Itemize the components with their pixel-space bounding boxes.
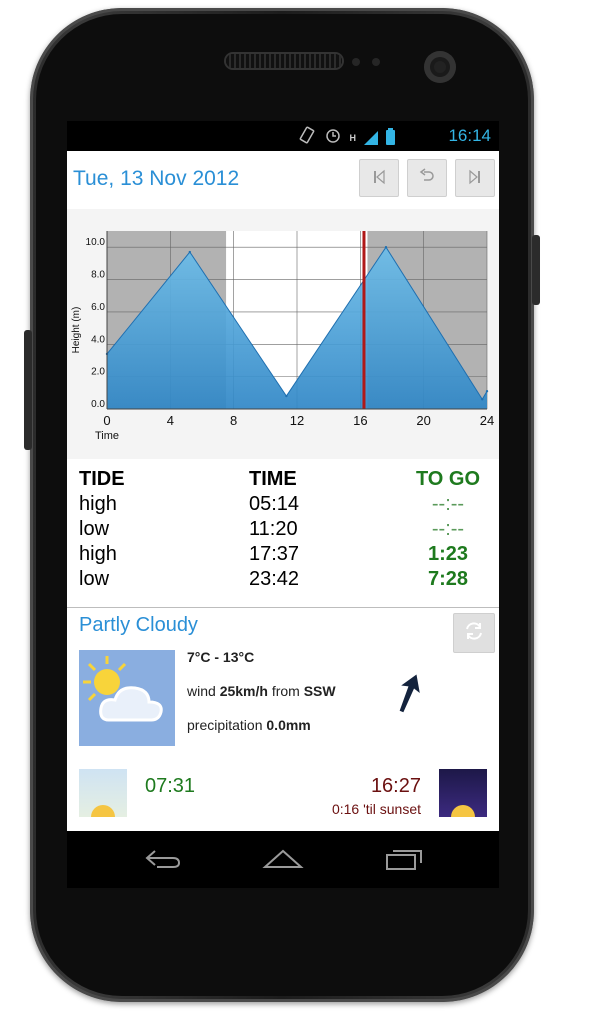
wind-direction: SSW: [303, 683, 336, 699]
tide-time: 23:42: [249, 568, 300, 590]
home-icon[interactable]: [261, 847, 305, 876]
back-icon[interactable]: [143, 847, 183, 876]
tide-type: low: [79, 568, 110, 590]
section-divider: [67, 607, 499, 608]
y-tick-label: 10.0: [86, 237, 106, 248]
tide-chart: 0 4 8 12 16 20 24 0.0 2.0 4.0 6.0 8.0 10.0 Time Height…: [67, 209, 499, 459]
y-tick-label: 8.0: [91, 270, 105, 281]
precipitation-value: 0.0mm: [266, 717, 311, 733]
temperature-range: 7°C - 13°C: [187, 649, 255, 665]
light-sensor: [372, 58, 380, 66]
tide-point: [485, 390, 489, 393]
sunrise-icon: [79, 769, 127, 817]
signal-icon: [364, 130, 378, 145]
to-go-header: TO GO: [415, 468, 481, 490]
earpiece-speaker: [226, 54, 342, 68]
x-tick-label: 12: [290, 413, 304, 428]
tide-point: [384, 245, 388, 249]
wind-direction-arrow-icon: [397, 671, 421, 720]
wind-speed: 25km/h: [219, 683, 268, 699]
precipitation-info: precipitation 0.0mm: [187, 718, 336, 752]
sunrise-time: 07:31: [145, 775, 196, 797]
x-tick-label: 20: [416, 413, 430, 428]
x-tick-label: 24: [480, 413, 494, 428]
tide-time: 11:20: [249, 518, 298, 540]
table-row: low 23:42 7:28: [79, 567, 487, 592]
tide-to-go: 7:28: [427, 568, 469, 590]
time-header: TIME: [249, 468, 297, 490]
x-tick-label: 4: [167, 413, 174, 428]
tide-to-go: --:--: [431, 518, 465, 540]
tide-type: high: [79, 543, 117, 565]
tide-time: 05:14: [249, 493, 300, 515]
refresh-icon: [463, 620, 485, 647]
network-type-label: H: [349, 132, 357, 143]
recent-apps-icon[interactable]: [383, 847, 427, 876]
nav-bar: [67, 831, 499, 888]
alarm-icon: [324, 126, 342, 149]
battery-icon: [386, 128, 395, 145]
wind-info: wind 25km/h from SSW: [187, 684, 336, 718]
table-row: high 05:14 --:--: [79, 492, 487, 517]
tide-time: 17:37: [249, 543, 300, 565]
tide-table-header: TIDE TIME TO GO: [79, 467, 487, 492]
table-row: low 11:20 --:--: [79, 517, 487, 542]
status-time: 16:14: [448, 126, 491, 145]
y-tick-label: 0.0: [91, 399, 105, 410]
x-tick-label: 16: [353, 413, 367, 428]
y-tick-label: 2.0: [91, 367, 105, 378]
refresh-weather-button[interactable]: [453, 613, 495, 653]
x-axis-label: Time: [95, 430, 119, 442]
next-day-button[interactable]: [455, 159, 495, 197]
y-tick-label: 4.0: [91, 334, 105, 345]
x-tick-label: 8: [230, 413, 237, 428]
wind-label: wind: [187, 683, 216, 699]
sun-times: 07:31 16:27 0:16 'til sunset: [67, 769, 499, 831]
status-icons: H: [298, 126, 395, 149]
tide-point: [481, 398, 484, 401]
table-row: high 17:37 1:23: [79, 542, 487, 567]
y-axis-label: Height (m): [71, 307, 82, 354]
tide-point: [285, 394, 288, 398]
proximity-sensor: [352, 58, 360, 66]
skip-back-icon: [372, 169, 386, 188]
sunset-countdown: 0:16 'til sunset: [331, 801, 421, 817]
today-button[interactable]: [407, 159, 447, 197]
date-title: Tue, 13 Nov 2012: [73, 167, 240, 190]
screen: H 16:14 Tue, 13 Nov 2012 0 4 8 12 16 20 …: [67, 121, 499, 888]
tide-type: high: [79, 493, 117, 515]
wind-from-label: from: [271, 683, 300, 699]
partly-cloudy-icon: [79, 650, 175, 746]
tide-type: low: [79, 518, 110, 540]
tide-chart-svg: 0 4 8 12 16 20 24 0.0 2.0 4.0 6.0 8.0 10.0 Time Height…: [71, 231, 494, 442]
app-content: Tue, 13 Nov 2012 0 4 8 12 16 20 24 0.0 2.0 4.0 6.0…: [67, 151, 499, 831]
y-tick-label: 6.0: [91, 302, 105, 313]
tide-to-go: 1:23: [427, 543, 469, 565]
date-header: Tue, 13 Nov 2012: [67, 151, 499, 209]
sunset-time: 16:27: [370, 775, 421, 797]
precipitation-label: precipitation: [187, 717, 263, 733]
tide-point: [188, 250, 192, 254]
skip-forward-icon: [468, 169, 482, 188]
weather-details: 7°C - 13°C wind 25km/h from SSW precipit…: [187, 650, 336, 752]
weather-condition: Partly Cloudy: [79, 614, 198, 636]
tide-to-go: --:--: [431, 493, 465, 515]
power-key: [532, 235, 540, 305]
undo-icon: [418, 167, 436, 189]
x-tick-label: 0: [103, 413, 110, 428]
tide-header: TIDE: [79, 468, 125, 490]
previous-day-button[interactable]: [359, 159, 399, 197]
status-bar: H 16:14: [67, 121, 499, 151]
volume-key: [24, 330, 32, 450]
vibrate-icon: [298, 126, 316, 149]
front-camera: [424, 51, 456, 83]
tide-table: TIDE TIME TO GO high 05:14 --:-- low 11:…: [79, 467, 487, 592]
sunset-icon: [439, 769, 487, 817]
